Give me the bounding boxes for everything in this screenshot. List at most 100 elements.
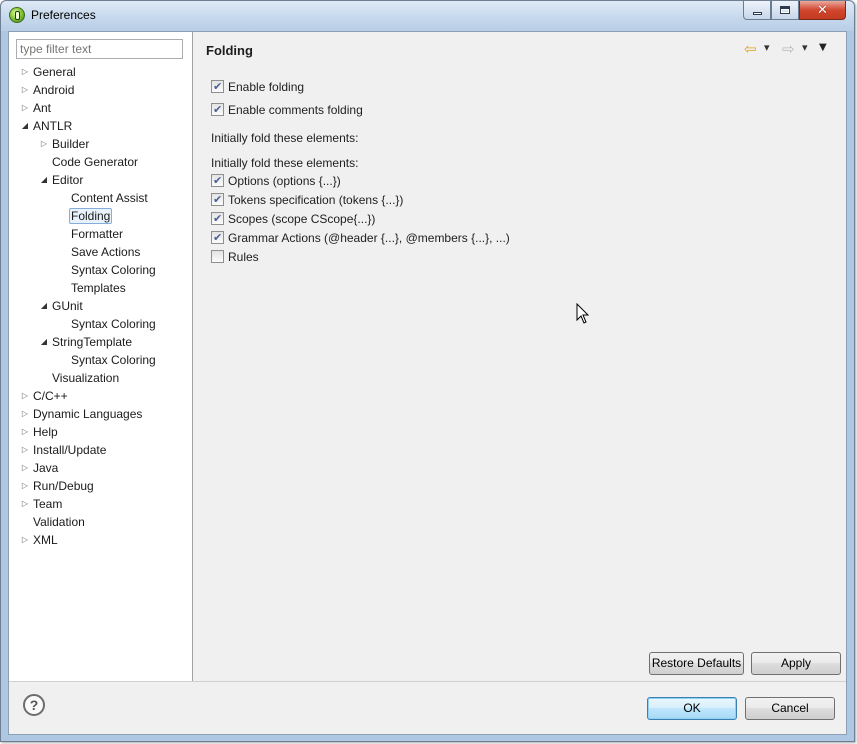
fold-scopes-checkbox[interactable]: Scopes (scope CScope{...}) [211,210,375,228]
minimize-icon [752,11,762,15]
title-bar[interactable]: Preferences ✕ [1,1,854,31]
collapsed-triangle-icon[interactable]: ▷ [19,459,31,477]
tree-item-general[interactable]: ▷ General [19,63,78,81]
collapsed-triangle-icon[interactable]: ▷ [19,63,31,81]
tree-item-gunit[interactable]: ◢ GUnit [38,297,85,315]
tree-item-label: Templates [71,281,126,295]
collapsed-triangle-icon[interactable]: ▷ [19,531,31,549]
tree-item-antlr[interactable]: ◢ ANTLR [19,117,74,135]
collapsed-triangle-icon[interactable]: ▷ [19,441,31,459]
tree-item-run-debug[interactable]: ▷ Run/Debug [19,477,96,495]
tree-item-save-actions[interactable]: Save Actions [57,243,142,261]
footer-divider [9,681,846,682]
collapsed-triangle-icon[interactable]: ▷ [19,477,31,495]
enable-folding-checkbox[interactable]: Enable folding [211,78,304,96]
tree-item-label: Builder [52,137,90,151]
apply-button[interactable]: Apply [751,652,841,675]
tree-item-content-assist[interactable]: Content Assist [57,189,150,207]
page-title: Folding [206,43,253,58]
tree-item-folding[interactable]: Folding [57,207,113,225]
mouse-cursor-icon [576,303,590,324]
forward-arrow-icon[interactable]: ⇨ [782,40,795,58]
ok-button[interactable]: OK [647,697,737,720]
collapsed-triangle-icon[interactable]: ▷ [19,387,31,405]
tree-item-label: Folding [69,208,113,224]
tree-item-label: Save Actions [71,245,141,259]
tree-item-label: GUnit [52,299,83,313]
cancel-button[interactable]: Cancel [745,697,835,720]
tree-item-label: Team [33,497,63,511]
close-button[interactable]: ✕ [799,1,846,20]
tree-item-xml[interactable]: ▷ XML [19,531,60,549]
tree-item-visualization[interactable]: Visualization [38,369,121,387]
collapsed-triangle-icon[interactable]: ▷ [19,495,31,513]
checkbox-box[interactable] [211,210,224,228]
tree-item-c-c[interactable]: ▷ C/C++ [19,387,70,405]
collapsed-triangle-icon[interactable]: ▷ [19,99,31,117]
maximize-button[interactable] [771,1,799,20]
expanded-triangle-icon[interactable]: ◢ [19,117,31,135]
tree-item-templates[interactable]: Templates [57,279,128,297]
checkbox-box[interactable] [211,101,224,119]
expanded-triangle-icon[interactable]: ◢ [38,171,50,189]
tree-item-label: Validation [33,515,85,529]
minimize-button[interactable] [743,1,771,20]
tree-item-label: XML [33,533,58,547]
fold-elements-heading: Initially fold these elements: [211,131,359,145]
tree-item-syntax-coloring[interactable]: Syntax Coloring [57,261,158,279]
tree-item-help[interactable]: ▷ Help [19,423,60,441]
tree-item-team[interactable]: ▷ Team [19,495,64,513]
expanded-triangle-icon[interactable]: ◢ [38,333,50,351]
close-icon: ✕ [817,2,828,18]
tree-item-label: Code Generator [52,155,139,169]
tree-item-syntax-coloring[interactable]: Syntax Coloring [57,315,158,333]
tree-item-label: Syntax Coloring [71,263,156,277]
tree-item-label: C/C++ [33,389,68,403]
collapsed-triangle-icon[interactable]: ▷ [19,423,31,441]
fold-options-checkbox[interactable]: Options (options {...}) [211,172,341,190]
tree-item-dynamic-languages[interactable]: ▷ Dynamic Languages [19,405,144,423]
tree-item-validation[interactable]: Validation [19,513,87,531]
tree-item-label: Run/Debug [33,479,94,493]
checkbox-box[interactable] [211,78,224,96]
filter-input[interactable] [16,39,183,59]
tree-item-label: ANTLR [33,119,73,133]
tree-item-label: Syntax Coloring [71,317,156,331]
back-arrow-icon[interactable]: ⇦ [744,40,757,58]
preference-tree-panel: ▷General▷Android▷Ant◢ANTLR▷BuilderCode G… [9,32,193,681]
tree-item-label: Java [33,461,59,475]
back-menu-chevron-icon[interactable]: ▾ [764,41,770,54]
checkbox-box[interactable] [211,250,224,263]
tree-item-ant[interactable]: ▷ Ant [19,99,53,117]
collapsed-triangle-icon[interactable]: ▷ [38,135,50,153]
tree-item-label: Content Assist [71,191,148,205]
view-menu-icon[interactable]: ▼ [819,42,827,53]
forward-menu-chevron-icon[interactable]: ▾ [802,41,808,54]
fold-rules-checkbox[interactable]: Rules [211,248,259,266]
tree-item-syntax-coloring[interactable]: Syntax Coloring [57,351,158,369]
collapsed-triangle-icon[interactable]: ▷ [19,405,31,423]
checkbox-box[interactable] [211,172,224,190]
tree-item-editor[interactable]: ◢ Editor [38,171,85,189]
tree-item-builder[interactable]: ▷ Builder [38,135,91,153]
expanded-triangle-icon[interactable]: ◢ [38,297,50,315]
tree-item-android[interactable]: ▷ Android [19,81,76,99]
tree-item-label: Visualization [52,371,120,385]
enable-comments-folding-checkbox[interactable]: Enable comments folding [211,101,363,119]
help-icon[interactable]: ? [23,694,45,716]
tree-item-java[interactable]: ▷ Java [19,459,60,477]
checkbox-box[interactable] [211,229,224,247]
tree-item-install-update[interactable]: ▷ Install/Update [19,441,108,459]
tree-item-label: StringTemplate [52,335,133,349]
fold-grammar-actions-checkbox[interactable]: Grammar Actions (@header {...}, @members… [211,229,510,247]
tree-item-label: Android [33,83,75,97]
tree-item-label: Formatter [71,227,124,241]
tree-item-stringtemplate[interactable]: ◢ StringTemplate [38,333,134,351]
tree-item-formatter[interactable]: Formatter [57,225,125,243]
checkbox-box[interactable] [211,191,224,209]
tree-item-code-generator[interactable]: Code Generator [38,153,140,171]
restore-defaults-button[interactable]: Restore Defaults [649,652,744,675]
fold-elements-group-label: Initially fold these elements: [211,156,359,170]
fold-tokens-checkbox[interactable]: Tokens specification (tokens {...}) [211,191,403,209]
collapsed-triangle-icon[interactable]: ▷ [19,81,31,99]
